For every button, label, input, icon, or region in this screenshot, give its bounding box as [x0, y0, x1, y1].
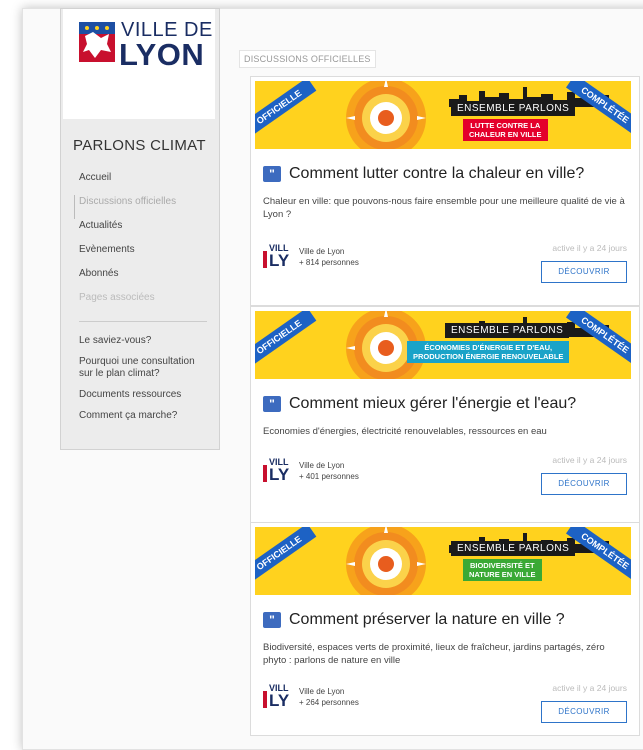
activity-status: active il y a 24 jours [552, 683, 627, 693]
sidebar-item-accueil[interactable]: Accueil [79, 171, 176, 195]
sidebar-title: PARLONS CLIMAT [73, 137, 206, 154]
card-title[interactable]: " Comment mieux gérer l'énergie et l'eau… [263, 395, 576, 413]
logo[interactable]: VILLE DE LYON [63, 9, 215, 119]
decouvrir-button[interactable]: DÉCOUVRIR [541, 473, 627, 495]
card-title[interactable]: " Comment préserver la nature en ville ? [263, 611, 565, 629]
card-description: Biodiversité, espaces verts de proximité… [263, 642, 605, 666]
quote-icon: " [263, 612, 281, 628]
author-name[interactable]: Ville de Lyon [299, 686, 359, 697]
participant-count: + 401 personnes [299, 472, 359, 481]
logo-red-bar [263, 691, 267, 708]
logo-ly-text: LY [269, 251, 290, 270]
sidebar-item-le-saviez-vous[interactable]: Le saviez-vous? [79, 335, 209, 347]
ensemble-parlons-label: ENSEMBLE PARLONS [445, 323, 570, 338]
ribbon-officielle: OFFICIELLE [255, 81, 317, 137]
card-description: Chaleur en ville: que pouvons-nous faire… [263, 196, 625, 220]
card-author: VILL LY Ville de Lyon + 814 personnes [263, 243, 359, 271]
ensemble-parlons-label: ENSEMBLE PARLONS [451, 541, 576, 556]
ville-de-lyon-logo: VILL LY [263, 683, 293, 711]
discussion-card: OFFICIELLE ENSEMBLE PARLONS LUTTE CONTRE… [250, 76, 640, 306]
logo-red-bar [263, 251, 267, 268]
activity-status: active il y a 24 jours [552, 243, 627, 253]
quote-icon: " [263, 396, 281, 412]
ville-de-lyon-logo: VILL LY [263, 457, 293, 485]
logo-ly-text: LY [269, 465, 290, 484]
card-title[interactable]: " Comment lutter contre la chaleur en vi… [263, 165, 584, 183]
ribbon-officielle: OFFICIELLE [255, 527, 317, 583]
ville-de-lyon-logo: VILL LY [263, 243, 293, 271]
discussion-card: OFFICIELLE ENSEMBLE PARLONS ÉCONOMIES D'… [250, 306, 640, 526]
logo-ly-text: LY [269, 691, 290, 710]
participant-count: + 814 personnes [299, 258, 359, 267]
section-label: DISCUSSIONS OFFICIELLES [239, 50, 376, 68]
topic-label: BIODIVERSITÉ ET NATURE EN VILLE [463, 559, 542, 581]
sidebar-item-documents[interactable]: Documents ressources [79, 389, 209, 401]
activity-status: active il y a 24 jours [552, 455, 627, 465]
card-title-text: Comment lutter contre la chaleur en vill… [289, 165, 585, 182]
participant-count: + 264 personnes [299, 698, 359, 707]
author-name[interactable]: Ville de Lyon [299, 460, 359, 471]
card-author: VILL LY Ville de Lyon + 264 personnes [263, 683, 359, 711]
lion-flag-icon [79, 22, 115, 62]
sidebar-menu: Accueil Discussions officielles Actualit… [74, 171, 176, 315]
card-description: Economies d'énergies, électricité renouv… [263, 426, 547, 437]
card-title-text: Comment mieux gérer l'énergie et l'eau? [289, 395, 577, 412]
ensemble-parlons-label: ENSEMBLE PARLONS [451, 101, 576, 116]
ribbon-officielle: OFFICIELLE [255, 311, 317, 367]
decouvrir-button[interactable]: DÉCOUVRIR [541, 701, 627, 723]
discussion-card: OFFICIELLE ENSEMBLE PARLONS BIODIVERSITÉ… [250, 522, 640, 736]
sidebar-item-pourquoi[interactable]: Pourquoi une consultation sur le plan cl… [79, 356, 209, 380]
quote-icon: " [263, 166, 281, 182]
sidebar-item-actualites[interactable]: Actualités [79, 219, 176, 243]
author-info: Ville de Lyon + 264 personnes [299, 686, 359, 708]
card-title-text: Comment préserver la nature en ville ? [289, 611, 565, 628]
card-banner[interactable]: OFFICIELLE ENSEMBLE PARLONS ÉCONOMIES D'… [255, 311, 631, 379]
sidebar-item-abonnes[interactable]: Abonnés [79, 267, 176, 291]
sidebar-item-discussions[interactable]: Discussions officielles [74, 195, 176, 219]
sidebar-divider [79, 321, 207, 322]
topic-label: ÉCONOMIES D'ÉNERGIE ET D'EAU, PRODUCTION… [407, 341, 570, 363]
author-info: Ville de Lyon + 814 personnes [299, 246, 359, 268]
logo-lyon-text: LYON [119, 37, 205, 72]
sidebar: VILLE DE LYON PARLONS CLIMAT Accueil Dis… [60, 8, 220, 450]
card-banner[interactable]: OFFICIELLE ENSEMBLE PARLONS LUTTE CONTRE… [255, 81, 631, 149]
author-name[interactable]: Ville de Lyon [299, 246, 359, 257]
sidebar-item-pages-associees: Pages associées [79, 292, 155, 303]
sidebar-item-comment[interactable]: Comment ça marche? [79, 410, 209, 422]
logo-red-bar [263, 465, 267, 482]
topic-label: LUTTE CONTRE LA CHALEUR EN VILLE [463, 119, 548, 141]
card-author: VILL LY Ville de Lyon + 401 personnes [263, 457, 359, 485]
author-info: Ville de Lyon + 401 personnes [299, 460, 359, 482]
card-banner[interactable]: OFFICIELLE ENSEMBLE PARLONS BIODIVERSITÉ… [255, 527, 631, 595]
sun-icon [346, 527, 426, 595]
sidebar-item-evenements[interactable]: Evènements [79, 243, 176, 267]
sidebar-menu-secondary: Le saviez-vous? Pourquoi une consultatio… [79, 335, 209, 431]
sun-icon [346, 81, 426, 149]
decouvrir-button[interactable]: DÉCOUVRIR [541, 261, 627, 283]
